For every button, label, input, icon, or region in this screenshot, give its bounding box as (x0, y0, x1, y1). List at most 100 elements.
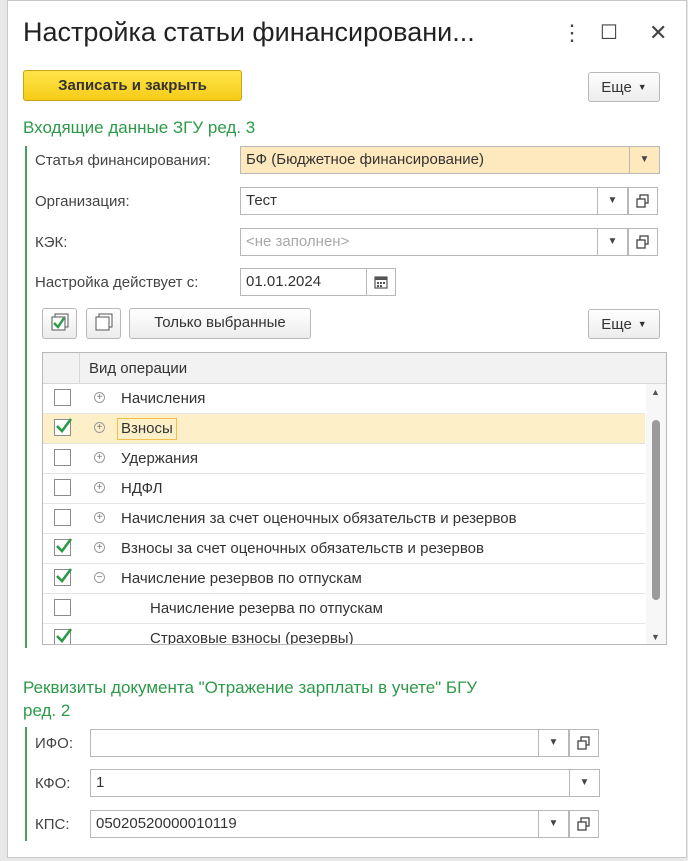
row-label: Начисления (121, 390, 206, 407)
row-checkbox[interactable] (54, 599, 71, 616)
section-document-bar (25, 727, 27, 841)
open-window-icon (577, 817, 590, 831)
ifo-dropdown[interactable]: ▼ (538, 729, 569, 757)
expand-icon[interactable]: + (94, 542, 105, 553)
grid-row[interactable]: + Начисления (43, 384, 645, 414)
chevron-down-icon: ▼ (607, 236, 618, 247)
checkmark-icon (56, 538, 73, 553)
dropdown-arrow-icon: ▼ (637, 82, 647, 92)
row-label: Удержания (121, 450, 198, 467)
org-field[interactable]: Тест (240, 187, 598, 215)
dropdown-arrow-icon: ▼ (637, 319, 647, 329)
date-label: Настройка действует с: (35, 274, 199, 291)
kek-open-button[interactable] (628, 228, 658, 256)
check-all-icon (51, 313, 68, 331)
check-all-button[interactable] (42, 308, 77, 339)
row-label: НДФЛ (121, 480, 163, 497)
uncheck-all-button[interactable] (86, 308, 121, 339)
grid-row[interactable]: − Начисление резервов по отпускам (43, 564, 645, 594)
row-checkbox[interactable] (54, 509, 71, 526)
scroll-up-icon[interactable]: ▲ (651, 387, 660, 397)
scroll-down-icon[interactable]: ▼ (651, 632, 660, 642)
row-label: Начисление резерва по отпускам (150, 600, 383, 617)
more-button[interactable]: Еще ▼ (588, 72, 660, 102)
row-label: Начисление резервов по отпускам (121, 570, 362, 587)
grid-row[interactable]: Начисление резерва по отпускам (43, 594, 645, 624)
grid-row[interactable]: + Взносы (43, 414, 645, 444)
row-checkbox[interactable] (54, 628, 73, 644)
grid-row[interactable]: + Начисления за счет оценочных обязательс… (43, 504, 645, 534)
checkmark-icon (56, 418, 73, 433)
date-field[interactable]: 01.01.2024 (240, 268, 367, 296)
maximize-icon[interactable]: ☐ (600, 21, 618, 45)
grid-scrollbar[interactable]: ▲ ▼ (646, 384, 666, 644)
grid-more-button[interactable]: Еще ▼ (588, 309, 660, 339)
uncheck-all-icon (95, 313, 112, 331)
row-checkbox[interactable] (54, 389, 71, 406)
kfo-field[interactable]: 1 (90, 769, 571, 797)
close-icon[interactable]: ✕ (649, 21, 667, 45)
org-label: Организация: (35, 193, 130, 210)
grid-row[interactable]: + Взносы за счет оценочных обязательств и… (43, 534, 645, 564)
save-and-close-button[interactable]: Записать и закрыть (23, 70, 242, 101)
expand-icon[interactable]: + (94, 392, 105, 403)
open-window-icon (636, 235, 649, 249)
grid-row[interactable]: + НДФЛ (43, 474, 645, 504)
org-dropdown[interactable]: ▼ (597, 187, 628, 215)
more-button-label: Еще (601, 79, 632, 96)
org-open-button[interactable] (628, 187, 658, 215)
section-incoming-title: Входящие данные ЗГУ ред. 3 (23, 118, 256, 137)
grid-row[interactable]: + Удержания (43, 444, 645, 474)
expand-icon[interactable]: + (94, 482, 105, 493)
calendar-button[interactable] (366, 268, 396, 296)
ifo-open-button[interactable] (569, 729, 599, 757)
chevron-down-icon: ▼ (548, 818, 559, 829)
open-window-icon (577, 736, 590, 750)
expand-icon[interactable]: + (94, 422, 105, 433)
section-document-title-line1: Реквизиты документа "Отражение зарплаты … (23, 678, 478, 697)
fin-article-label: Статья финансирования: (35, 152, 211, 169)
kps-dropdown[interactable]: ▼ (538, 810, 569, 838)
checkmark-icon (56, 628, 73, 643)
ifo-field[interactable] (90, 729, 539, 757)
grid-header: Вид операции (43, 353, 666, 384)
grid-row[interactable]: Страховые взносы (резервы) (43, 624, 645, 645)
section-incoming-bar (25, 146, 27, 648)
row-label: Взносы (117, 418, 177, 440)
fin-article-dropdown[interactable]: ▼ (629, 146, 660, 174)
chevron-down-icon: ▼ (548, 737, 559, 748)
operations-grid: Вид операции + Начисления + Взносы + Удержани… (42, 352, 667, 645)
kek-dropdown[interactable]: ▼ (597, 228, 628, 256)
settings-window: Настройка статьи финансировани... ⋮ ☐ ✕ … (7, 0, 687, 858)
scroll-thumb[interactable] (652, 420, 660, 600)
kfo-label: КФО: (35, 775, 71, 792)
grid-more-label: Еще (601, 316, 632, 333)
more-actions-icon[interactable]: ⋮ (561, 21, 583, 45)
kek-field[interactable]: <не заполнен> (240, 228, 598, 256)
kps-field[interactable]: 05020520000010119 (90, 810, 539, 838)
column-header-operation[interactable]: Вид операции (89, 360, 187, 377)
fin-article-field[interactable]: БФ (Бюджетное финансирование) (240, 146, 630, 174)
expand-icon[interactable]: + (94, 452, 105, 463)
row-checkbox[interactable] (54, 449, 71, 466)
kek-label: КЭК: (35, 234, 68, 251)
row-label: Начисления за счет оценочных обязательст… (121, 510, 517, 527)
chevron-down-icon: ▼ (579, 777, 590, 788)
only-selected-button[interactable]: Только выбранные (129, 308, 311, 339)
row-checkbox[interactable] (54, 568, 73, 586)
kps-label: КПС: (35, 816, 70, 833)
row-label: Страховые взносы (резервы) (150, 630, 354, 645)
kps-open-button[interactable] (569, 810, 599, 838)
window-title: Настройка статьи финансировани... (23, 17, 475, 47)
chevron-down-icon: ▼ (607, 195, 618, 206)
row-checkbox[interactable] (54, 538, 73, 556)
collapse-icon[interactable]: − (94, 572, 105, 583)
expand-icon[interactable]: + (94, 512, 105, 523)
kfo-dropdown[interactable]: ▼ (569, 769, 600, 797)
open-window-icon (636, 194, 649, 208)
chevron-down-icon: ▼ (639, 154, 650, 165)
row-checkbox[interactable] (54, 479, 71, 496)
ifo-label: ИФО: (35, 735, 74, 752)
calendar-icon (374, 276, 388, 289)
row-checkbox[interactable] (54, 418, 73, 436)
